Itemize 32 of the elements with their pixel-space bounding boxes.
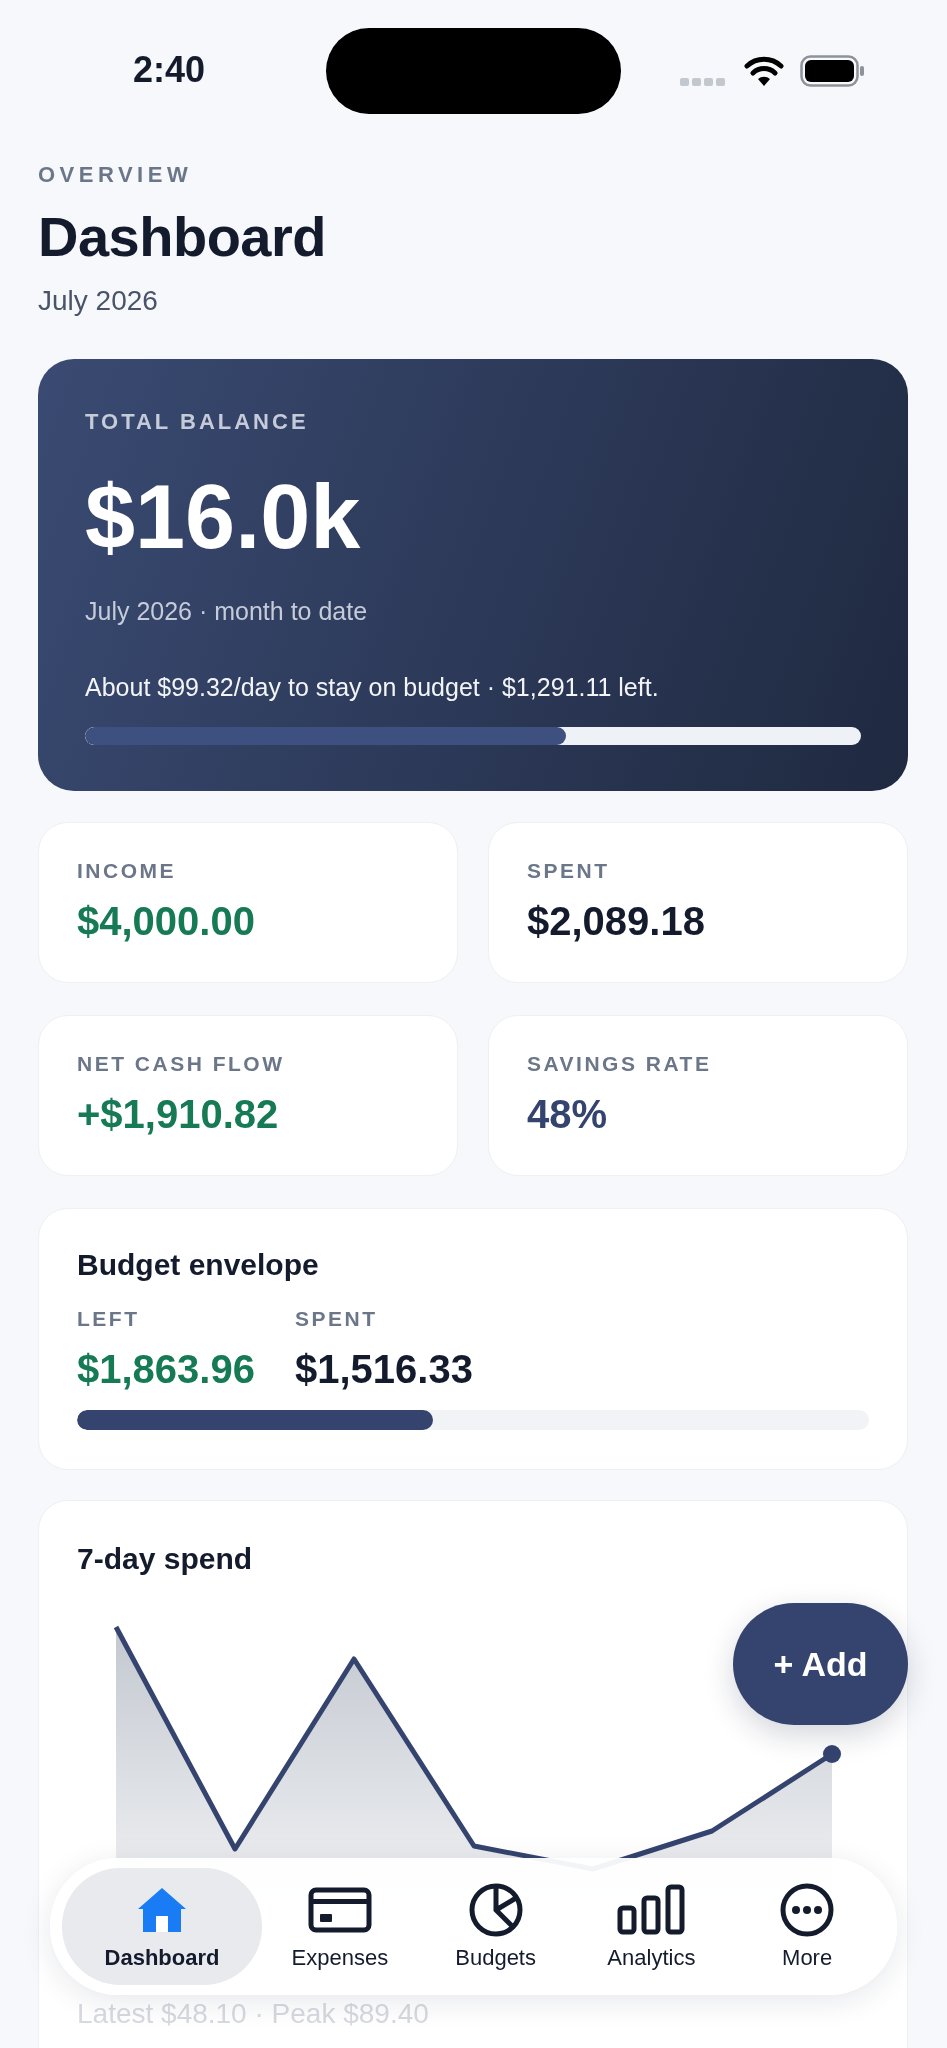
- card-title: 7-day spend: [77, 1541, 254, 1577]
- stat-value: 48%: [527, 1091, 608, 1138]
- page-subtitle: July 2026: [38, 284, 159, 318]
- stat-label: NET CASH FLOW: [77, 1052, 285, 1076]
- stat-value: +$1,910.82: [77, 1091, 279, 1138]
- page-title: Dashboard: [38, 205, 327, 269]
- balance-period: July 2026 · month to date: [85, 596, 369, 627]
- stat-value: $2,089.18: [527, 898, 705, 945]
- balance-label: TOTAL BALANCE: [85, 409, 310, 435]
- balance-amount: $16.0k: [85, 467, 362, 567]
- pie-chart-icon: [467, 1881, 524, 1938]
- stat-label: INCOME: [77, 859, 176, 883]
- tab-button[interactable]: Budgets: [417, 1868, 574, 1985]
- tab-button[interactable]: More: [729, 1868, 885, 1985]
- tab-button[interactable]: Analytics: [573, 1868, 730, 1985]
- wifi-icon: [743, 55, 785, 87]
- signal-icon: [680, 77, 726, 87]
- tab-button[interactable]: Expenses: [262, 1868, 418, 1985]
- figure-value: $1,863.96: [77, 1346, 255, 1393]
- figure-value: $1,516.33: [294, 1346, 473, 1393]
- figure-label: SPENT: [294, 1307, 378, 1331]
- section-eyebrow: OVERVIEW: [38, 161, 194, 189]
- stat-label: SPENT: [527, 859, 610, 883]
- stat-label: SAVINGS RATE: [527, 1052, 712, 1076]
- budget-note: About $99.32/day to stay on budget · $1,291.11 left.: [85, 672, 660, 703]
- stat-value: $4,000.00: [77, 898, 255, 945]
- more-icon: [779, 1881, 836, 1938]
- figure-label: LEFT: [77, 1307, 140, 1331]
- card-title: Budget envelope: [77, 1247, 320, 1283]
- tab-button[interactable]: Dashboard: [62, 1868, 262, 1985]
- status-time: 2:40: [133, 48, 206, 92]
- battery-icon: [800, 55, 866, 87]
